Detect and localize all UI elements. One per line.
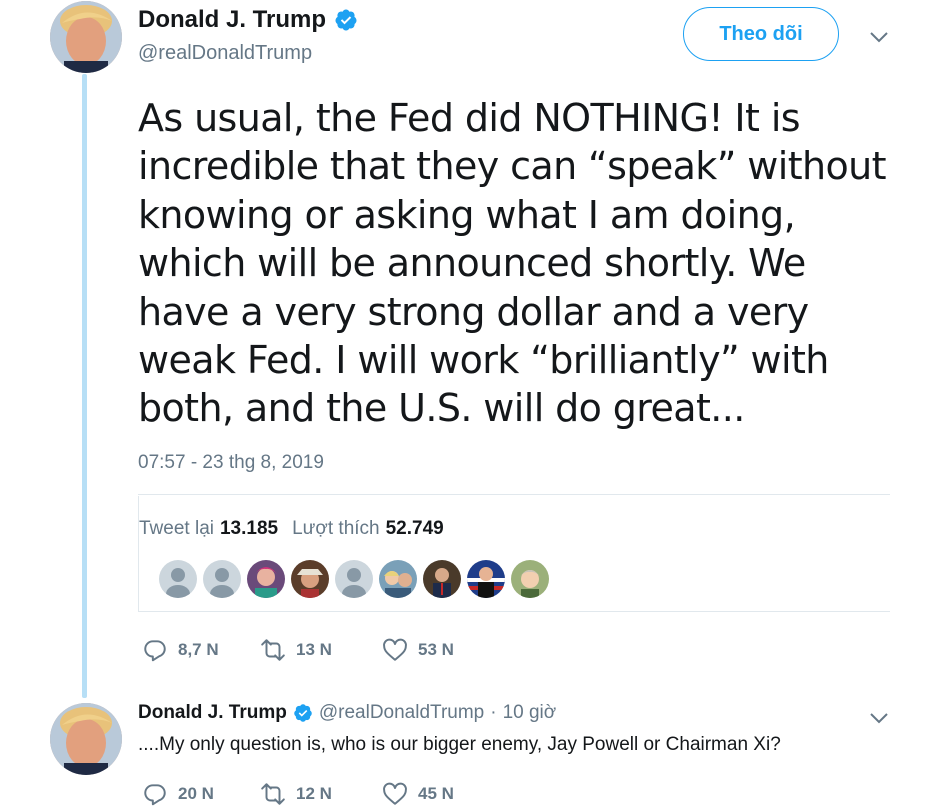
reply-count: 8,7 N <box>178 640 219 659</box>
reply-author-handle[interactable]: @realDonaldTrump <box>319 702 484 724</box>
author-name-row: Donald J. Trump <box>138 6 358 34</box>
liker-avatar[interactable] <box>467 560 505 598</box>
retweet-icon <box>260 637 286 663</box>
follow-button[interactable]: Theo dõi <box>683 7 839 61</box>
likes-stat[interactable]: Lượt thích 52.749 <box>292 518 444 540</box>
like-count: 45 N <box>418 784 454 803</box>
liker-avatar[interactable] <box>247 560 285 598</box>
retweets-stat-count: 13.185 <box>219 518 279 539</box>
tweet-text: As usual, the Fed did NOTHING! It is inc… <box>138 96 887 431</box>
like-button[interactable]: 45 N <box>382 781 454 807</box>
retweet-button[interactable]: 12 N <box>260 781 382 807</box>
author-handle[interactable]: @realDonaldTrump <box>138 42 312 65</box>
retweet-count: 12 N <box>296 784 332 803</box>
reply-header: Donald J. Trump @realDonaldTrump · 10 gi… <box>138 702 556 724</box>
retweets-stat-label: Tweet lại <box>139 518 214 539</box>
reply-icon <box>142 781 168 807</box>
chevron-down-icon[interactable] <box>867 706 891 730</box>
author-avatar[interactable] <box>50 1 122 73</box>
reply-author-avatar[interactable] <box>50 703 122 775</box>
likes-stat-count: 52.749 <box>385 518 444 539</box>
verified-badge-icon <box>334 8 358 32</box>
likers-avatar-list <box>159 560 549 598</box>
divider <box>138 494 890 495</box>
likes-stat-label: Lượt thích <box>292 518 380 539</box>
reply-count: 20 N <box>178 784 214 803</box>
reply-tweet-text: ....My only question is, who is our bigg… <box>138 734 781 755</box>
reply-timestamp[interactable]: 10 giờ <box>503 702 557 724</box>
separator-dot: · <box>490 702 497 723</box>
like-count: 53 N <box>418 640 454 659</box>
engagement-stats: Tweet lại 13.185 Lượt thích 52.749 <box>138 496 890 612</box>
reply-button[interactable]: 20 N <box>142 781 260 807</box>
author-display-name[interactable]: Donald J. Trump <box>138 6 326 34</box>
retweet-count: 13 N <box>296 640 332 659</box>
reply-icon <box>142 637 168 663</box>
retweet-button[interactable]: 13 N <box>260 637 382 663</box>
liker-avatar[interactable] <box>291 560 329 598</box>
liker-avatar[interactable] <box>379 560 417 598</box>
retweets-stat[interactable]: Tweet lại 13.185 <box>139 518 278 540</box>
like-button[interactable]: 53 N <box>382 637 454 663</box>
liker-avatar[interactable] <box>335 560 373 598</box>
chevron-down-icon[interactable] <box>867 25 891 49</box>
reply-tweet-actions: 20 N 12 N 45 N <box>142 781 454 807</box>
liker-avatar[interactable] <box>423 560 461 598</box>
retweet-icon <box>260 781 286 807</box>
liker-avatar[interactable] <box>159 560 197 598</box>
liker-avatar[interactable] <box>203 560 241 598</box>
like-icon <box>382 781 408 807</box>
reply-author-name[interactable]: Donald J. Trump <box>138 702 287 724</box>
like-icon <box>382 637 408 663</box>
reply-button[interactable]: 8,7 N <box>142 637 260 663</box>
liker-avatar[interactable] <box>511 560 549 598</box>
tweet-timestamp[interactable]: 07:57 - 23 thg 8, 2019 <box>138 452 324 474</box>
tweet-actions: 8,7 N 13 N 53 N <box>142 637 454 663</box>
verified-badge-icon <box>293 703 313 723</box>
thread-connector-line <box>82 74 87 698</box>
